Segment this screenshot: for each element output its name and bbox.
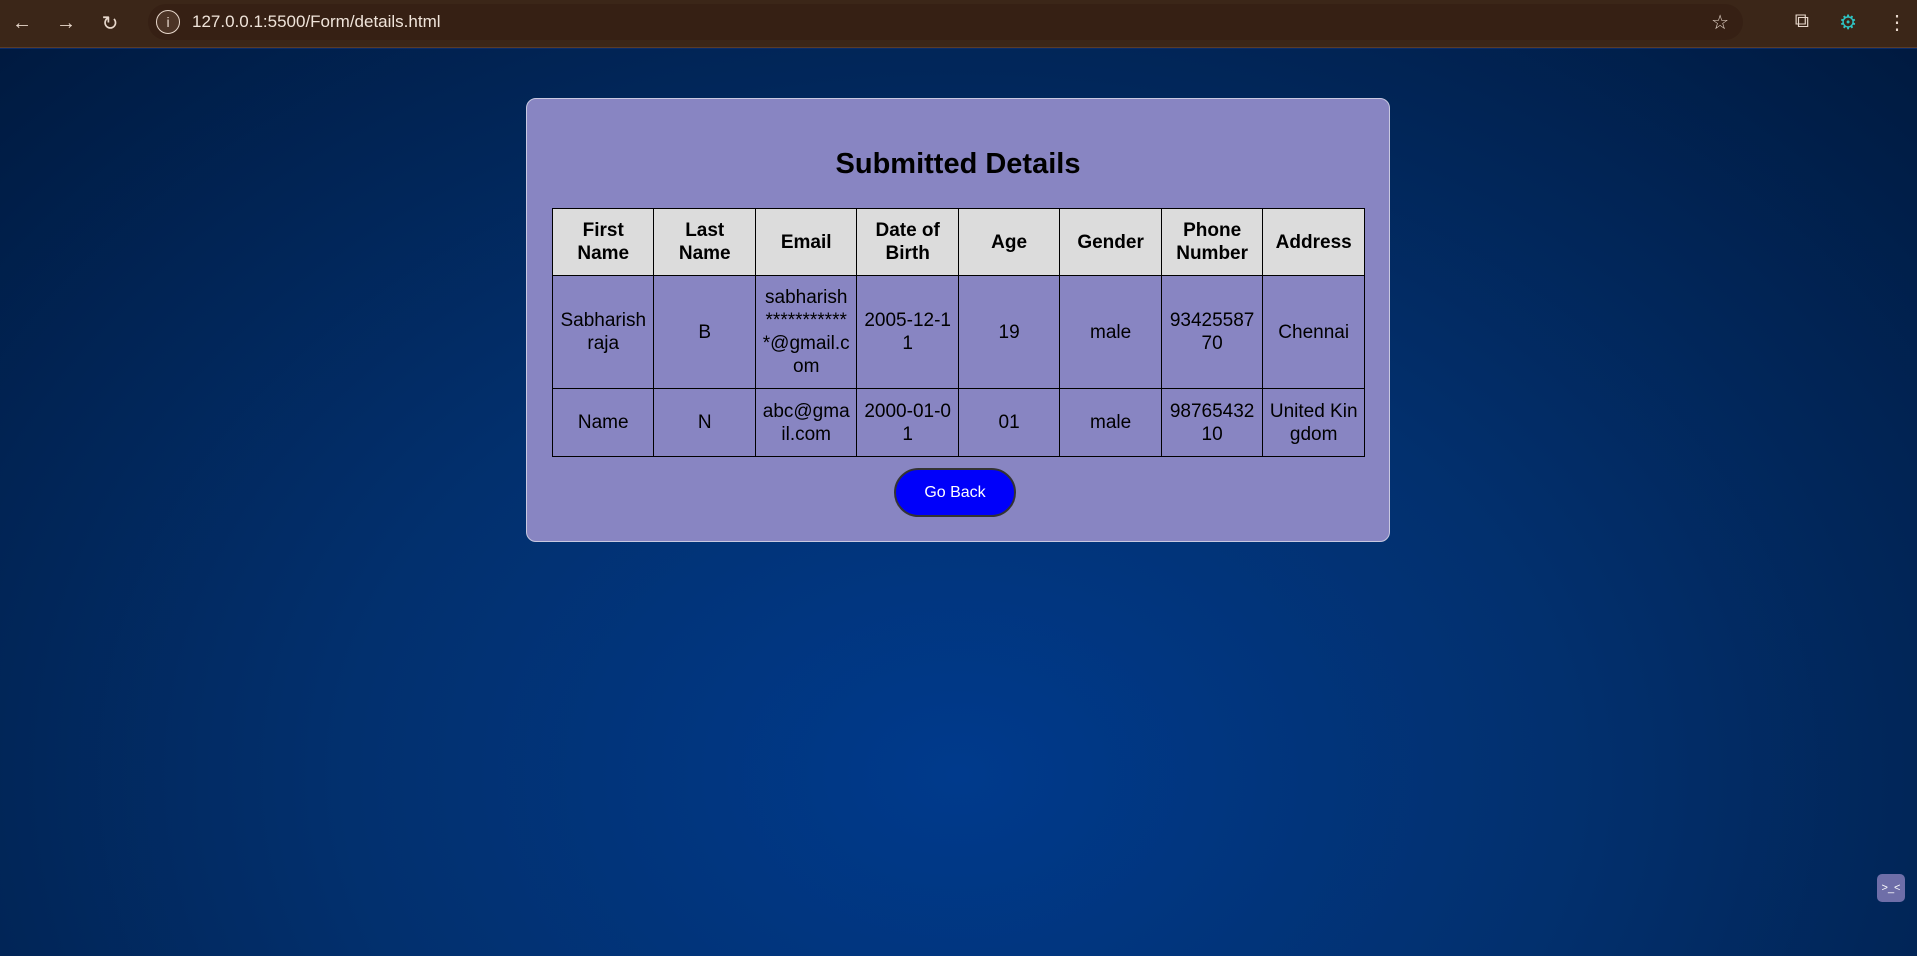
table-cell: male bbox=[1059, 275, 1162, 389]
side-widget-icon[interactable]: >_< bbox=[1877, 874, 1905, 902]
browser-toolbar: ← → ↻ i 127.0.0.1:5500/Form/details.html… bbox=[0, 0, 1917, 48]
column-header: Last Name bbox=[653, 208, 756, 276]
column-header: Gender bbox=[1059, 208, 1162, 276]
column-header: Phone Number bbox=[1160, 208, 1264, 276]
address-bar[interactable]: i 127.0.0.1:5500/Form/details.html ☆ bbox=[148, 4, 1743, 40]
table-row: Sabharishraja Bsabharish************@gmai… bbox=[551, 275, 1365, 389]
table-cell: 2005-12-11 bbox=[856, 275, 959, 389]
table-row: Name Nabc@gmail.com 2000-01-01 01 male 987654… bbox=[551, 388, 1365, 457]
table-cell: Sabharishraja bbox=[551, 275, 655, 389]
column-header: Address bbox=[1262, 208, 1365, 276]
table-cell: B bbox=[653, 275, 756, 389]
table-cell: Chennai bbox=[1262, 275, 1365, 389]
bookmark-star-icon[interactable]: ☆ bbox=[1711, 10, 1729, 35]
go-back-button[interactable]: Go Back bbox=[894, 468, 1016, 517]
table-cell: sabharish************@gmail.com bbox=[754, 275, 858, 389]
site-info-icon[interactable]: i bbox=[156, 10, 180, 34]
column-header: Date of Birth bbox=[856, 208, 959, 276]
table-cell: 2000-01-01 bbox=[856, 388, 959, 457]
profile-icon[interactable]: ⚙ bbox=[1839, 10, 1857, 35]
table-cell: Name bbox=[551, 388, 655, 457]
column-header: Age bbox=[957, 208, 1061, 276]
table-cell: male bbox=[1059, 388, 1162, 457]
menu-icon[interactable]: ⋮ bbox=[1887, 10, 1907, 35]
forward-icon[interactable]: → bbox=[44, 12, 88, 35]
page-background: Submitted Details First Name Last Name Ema… bbox=[0, 49, 1917, 956]
reload-icon[interactable]: ↻ bbox=[88, 11, 132, 36]
table-cell: N bbox=[653, 388, 756, 457]
page-title: Submitted Details bbox=[835, 148, 1081, 180]
table-cell: 9876543210 bbox=[1160, 388, 1264, 457]
table-cell: United Kingdom bbox=[1262, 388, 1365, 457]
details-card: Submitted Details First Name Last Name Ema… bbox=[526, 98, 1390, 542]
column-header: Email bbox=[754, 208, 858, 276]
back-icon[interactable]: ← bbox=[0, 12, 44, 35]
table-cell: 19 bbox=[957, 275, 1061, 389]
table-cell: abc@gmail.com bbox=[754, 388, 858, 457]
column-header: First Name bbox=[551, 208, 655, 276]
extensions-icon[interactable]: ⧉ bbox=[1795, 10, 1809, 35]
table-cell: 01 bbox=[957, 388, 1061, 457]
url-text[interactable]: 127.0.0.1:5500/Form/details.html bbox=[192, 12, 441, 32]
details-table: First Name Last Name Email Date of Birth Age… bbox=[551, 208, 1365, 457]
table-cell: 9342558770 bbox=[1160, 275, 1264, 389]
